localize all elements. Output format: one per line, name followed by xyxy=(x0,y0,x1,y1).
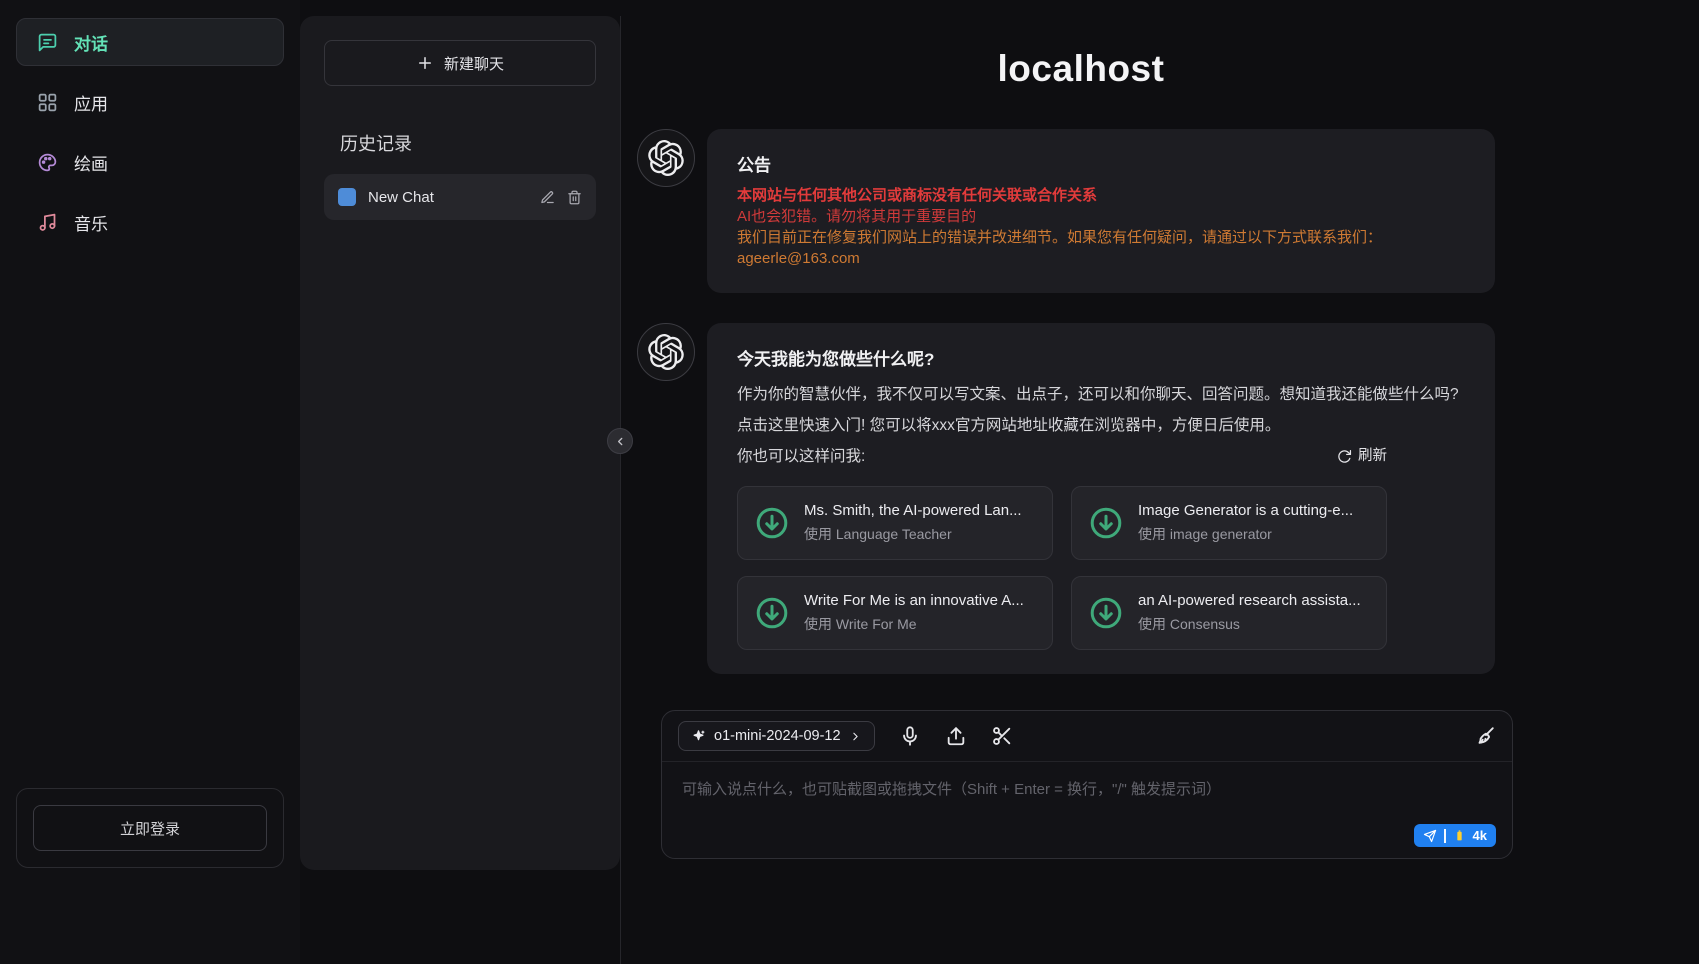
suggestion-subtitle: 使用 Language Teacher xyxy=(804,524,1022,544)
suggestion-title: Image Generator is a cutting-e... xyxy=(1138,502,1353,519)
message-input[interactable] xyxy=(662,762,1512,858)
suggestion-text: Image Generator is a cutting-e... 使用 ima… xyxy=(1138,502,1353,544)
chat-list-panel: 新建聊天 历史记录 New Chat xyxy=(300,16,620,870)
suggestion-grid: Ms. Smith, the AI-powered Lan... 使用 Lang… xyxy=(737,486,1387,650)
sidebar-item-music[interactable]: 音乐 xyxy=(16,198,284,246)
microphone-icon[interactable] xyxy=(899,725,921,747)
announcement-line-3: 我们目前正在修复我们网站上的错误并改进细节。如果您有任何疑问，请通过以下方式联系… xyxy=(737,227,1465,248)
chevron-left-icon xyxy=(613,434,628,449)
suggestion-subtitle: 使用 Consensus xyxy=(1138,614,1361,634)
ask-hint: 你也可以这样问我: xyxy=(737,441,865,472)
message-list: 公告 本网站与任何其他公司或商标没有任何关联或合作关系 AI也会犯错。请勿将其用… xyxy=(621,129,1541,704)
openai-logo-icon xyxy=(648,334,684,370)
welcome-body: 作为你的智慧伙伴，我不仅可以写文案、出点子，还可以和你聊天、回答问题。想知道我还… xyxy=(737,379,1465,441)
suggestion-subtitle: 使用 Write For Me xyxy=(804,614,1024,634)
suggestion-section: 你也可以这样问我: 刷新 Ms. Smith, the AI-powered L… xyxy=(737,441,1387,650)
download-circle-icon xyxy=(754,595,790,631)
sidebar-item-label: 音乐 xyxy=(74,210,108,235)
history-item-actions xyxy=(540,190,582,205)
message-row-announcement: 公告 本网站与任何其他公司或商标没有任何关联或合作关系 AI也会犯错。请勿将其用… xyxy=(637,129,1495,293)
send-separator xyxy=(1444,829,1446,843)
music-note-icon xyxy=(37,212,58,233)
paper-plane-icon xyxy=(1423,829,1437,843)
suggestion-card[interactable]: Write For Me is an innovative A... 使用 Wr… xyxy=(737,576,1053,650)
edit-icon[interactable] xyxy=(540,190,555,205)
announcement-line-2: AI也会犯错。请勿将其用于重要目的 xyxy=(737,206,1465,227)
chat-bubble-icon xyxy=(37,32,58,53)
sidebar-item-chat[interactable]: 对话 xyxy=(16,18,284,66)
refresh-icon xyxy=(1337,449,1352,464)
sidebar: 对话 应用 绘画 音乐 立即登录 xyxy=(0,0,300,964)
new-chat-button[interactable]: 新建聊天 xyxy=(324,40,596,86)
token-battery-icon xyxy=(1453,829,1466,842)
plus-icon xyxy=(416,54,434,72)
suggestion-title: Ms. Smith, the AI-powered Lan... xyxy=(804,502,1022,519)
suggestion-card[interactable]: Image Generator is a cutting-e... 使用 ima… xyxy=(1071,486,1387,560)
delete-icon[interactable] xyxy=(567,190,582,205)
login-button[interactable]: 立即登录 xyxy=(33,805,267,851)
composer: o1-mini-2024-09-12 xyxy=(661,710,1513,859)
assistant-avatar xyxy=(637,323,695,381)
model-selector[interactable]: o1-mini-2024-09-12 xyxy=(678,721,875,751)
login-box: 立即登录 xyxy=(16,788,284,868)
suggestion-title: Write For Me is an innovative A... xyxy=(804,592,1024,609)
download-circle-icon xyxy=(1088,595,1124,631)
panel-divider xyxy=(620,16,621,964)
hint-row: 你也可以这样问我: 刷新 xyxy=(737,441,1387,472)
grid-icon xyxy=(37,92,58,113)
openai-logo-icon xyxy=(648,140,684,176)
chevron-right-icon xyxy=(849,730,862,743)
main-area: localhost 公告 本网站与任何其他公司或商标没有任何关联或合作关系 AI… xyxy=(621,0,1699,964)
welcome-card: 今天我能为您做些什么呢? 作为你的智慧伙伴，我不仅可以写文案、出点子，还可以和你… xyxy=(707,323,1495,674)
scissors-icon[interactable] xyxy=(991,725,1013,747)
collapse-sidebar-button[interactable] xyxy=(607,428,633,454)
announcement-email[interactable]: ageerle@163.com xyxy=(737,248,1465,269)
announcement-card: 公告 本网站与任何其他公司或商标没有任何关联或合作关系 AI也会犯错。请勿将其用… xyxy=(707,129,1495,293)
suggestion-subtitle: 使用 image generator xyxy=(1138,524,1353,544)
refresh-label: 刷新 xyxy=(1358,441,1387,472)
suggestion-text: Ms. Smith, the AI-powered Lan... 使用 Lang… xyxy=(804,502,1022,544)
history-list-item[interactable]: New Chat xyxy=(324,174,596,220)
suggestion-title: an AI-powered research assista... xyxy=(1138,592,1361,609)
app-window: 对话 应用 绘画 音乐 立即登录 xyxy=(0,0,1699,964)
message-row-welcome: 今天我能为您做些什么呢? 作为你的智慧伙伴，我不仅可以写文案、出点子，还可以和你… xyxy=(637,323,1495,674)
download-circle-icon xyxy=(1088,505,1124,541)
sidebar-item-label: 绘画 xyxy=(74,150,108,175)
model-name: o1-mini-2024-09-12 xyxy=(714,728,841,744)
suggestion-text: an AI-powered research assista... 使用 Con… xyxy=(1138,592,1361,634)
palette-icon xyxy=(37,152,58,173)
clear-context-broom-icon[interactable] xyxy=(1474,725,1496,747)
upload-icon[interactable] xyxy=(945,725,967,747)
new-chat-button-label: 新建聊天 xyxy=(444,53,504,74)
refresh-suggestions-button[interactable]: 刷新 xyxy=(1337,441,1387,472)
send-button[interactable]: 4k xyxy=(1414,824,1496,847)
sidebar-item-apps[interactable]: 应用 xyxy=(16,78,284,126)
download-circle-icon xyxy=(754,505,790,541)
token-count: 4k xyxy=(1473,828,1487,843)
history-title: 历史记录 xyxy=(324,130,596,156)
sidebar-item-label: 对话 xyxy=(74,30,108,55)
sparkle-icon xyxy=(691,729,706,744)
chat-item-icon xyxy=(338,188,356,206)
welcome-title: 今天我能为您做些什么呢? xyxy=(737,345,1465,370)
page-title: localhost xyxy=(621,50,1541,87)
assistant-avatar xyxy=(637,129,695,187)
suggestion-card[interactable]: Ms. Smith, the AI-powered Lan... 使用 Lang… xyxy=(737,486,1053,560)
sidebar-item-drawing[interactable]: 绘画 xyxy=(16,138,284,186)
announcement-line-1: 本网站与任何其他公司或商标没有任何关联或合作关系 xyxy=(737,185,1465,206)
composer-toolbar: o1-mini-2024-09-12 xyxy=(662,711,1512,762)
suggestion-card[interactable]: an AI-powered research assista... 使用 Con… xyxy=(1071,576,1387,650)
suggestion-text: Write For Me is an innovative A... 使用 Wr… xyxy=(804,592,1024,634)
sidebar-spacer xyxy=(16,258,284,788)
announcement-title: 公告 xyxy=(737,151,1465,176)
history-item-title: New Chat xyxy=(368,189,528,206)
sidebar-item-label: 应用 xyxy=(74,90,108,115)
